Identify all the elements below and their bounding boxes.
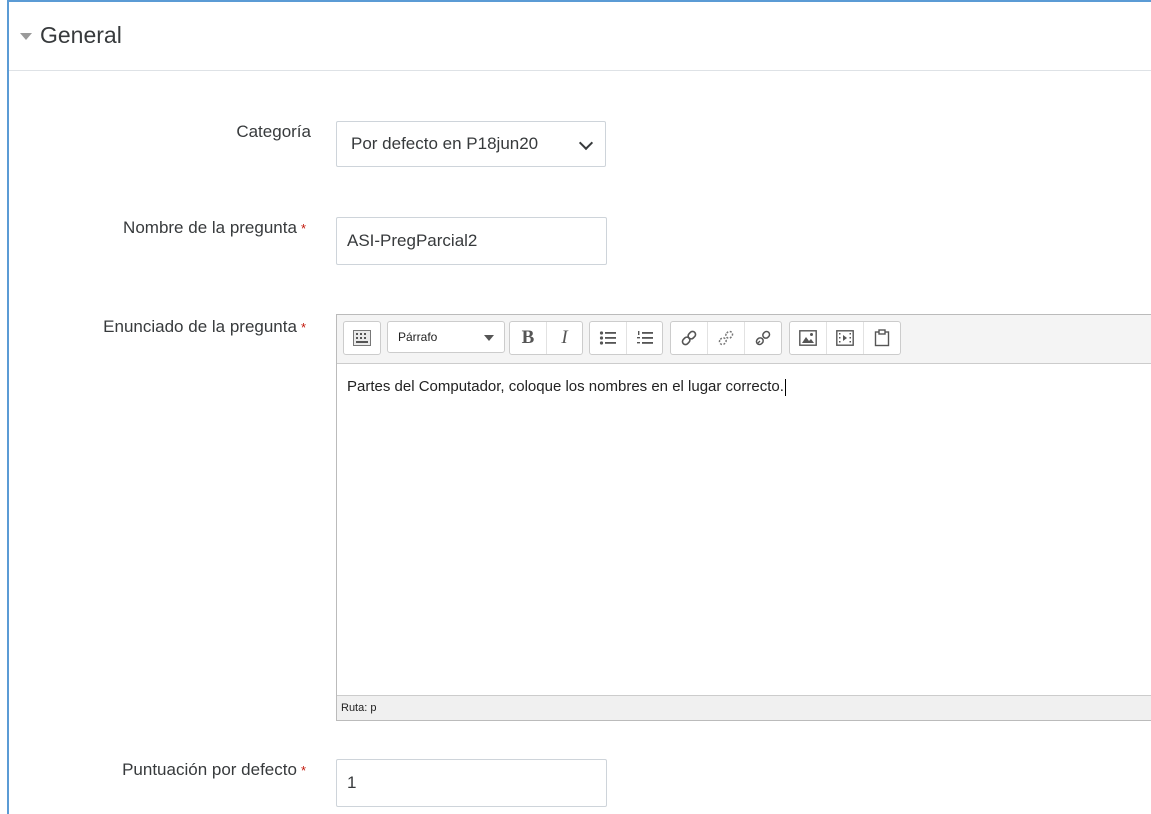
category-selected-value: Por defecto en P18jun20 — [351, 134, 539, 153]
question-name-label-text: Nombre de la pregunta — [123, 218, 297, 237]
chevron-down-icon — [578, 135, 594, 151]
unordered-list-button[interactable] — [590, 322, 626, 354]
default-mark-value: 1 — [347, 773, 357, 792]
question-name-label: Nombre de la pregunta * — [123, 218, 306, 238]
manage-files-icon — [874, 329, 890, 347]
rich-text-editor[interactable]: Párrafo B I Partes del Computador, coloq… — [336, 314, 1151, 721]
category-label: Categoría — [236, 122, 311, 142]
link-group — [670, 321, 782, 355]
link-icon — [681, 330, 697, 346]
toolbar-toggle-group — [343, 321, 381, 355]
unordered-list-icon — [599, 331, 616, 345]
image-icon — [799, 330, 817, 346]
question-text-label: Enunciado de la pregunta * — [103, 317, 306, 337]
ordered-list-button[interactable] — [626, 322, 662, 354]
text-style-group: B I — [509, 321, 583, 355]
section-divider — [9, 70, 1151, 71]
list-group — [589, 321, 663, 355]
italic-button[interactable]: I — [546, 322, 582, 354]
toolbar-toggle-button[interactable] — [344, 322, 380, 354]
editor-path: Ruta: p — [341, 702, 377, 714]
editor-content-text: Partes del Computador, coloque los nombr… — [347, 378, 784, 395]
unlink-button[interactable] — [707, 322, 744, 354]
media-icon — [836, 330, 854, 346]
toolbar-toggle-icon — [353, 330, 371, 346]
bold-button[interactable]: B — [510, 322, 546, 354]
unlink-icon — [718, 330, 734, 346]
default-mark-label: Puntuación por defecto * — [122, 760, 306, 780]
category-select[interactable]: Por defecto en P18jun20 — [336, 121, 606, 167]
required-icon: * — [300, 221, 306, 236]
ordered-list-icon — [636, 331, 653, 344]
editor-status-bar: Ruta: p — [337, 695, 1151, 720]
frame-top-border — [7, 0, 1151, 2]
editor-toolbar: Párrafo B I — [337, 315, 1151, 364]
required-icon: * — [300, 320, 306, 335]
dropdown-arrow-icon — [484, 335, 494, 341]
section-title: General — [40, 22, 122, 48]
manage-files-button[interactable] — [863, 322, 900, 354]
media-group — [789, 321, 901, 355]
insert-media-button[interactable] — [826, 322, 863, 354]
question-text-label-text: Enunciado de la pregunta — [103, 317, 297, 336]
question-name-input[interactable]: ASI-PregParcial2 — [336, 217, 607, 265]
link-button[interactable] — [671, 322, 707, 354]
paragraph-format-select[interactable]: Párrafo — [387, 321, 505, 353]
insert-image-button[interactable] — [790, 322, 826, 354]
anchor-link-button[interactable] — [744, 322, 781, 354]
paragraph-format-label: Párrafo — [398, 330, 438, 344]
question-name-value: ASI-PregParcial2 — [347, 231, 478, 250]
general-section-toggle[interactable]: General — [20, 22, 122, 49]
anchor-link-icon — [755, 330, 771, 346]
editor-content[interactable]: Partes del Computador, coloque los nombr… — [347, 378, 786, 396]
default-mark-label-text: Puntuación por defecto — [122, 760, 297, 779]
text-cursor — [784, 378, 786, 396]
frame-left-border — [7, 0, 9, 814]
default-mark-input[interactable]: 1 — [336, 759, 607, 807]
caret-down-icon — [20, 33, 32, 40]
required-icon: * — [300, 763, 306, 778]
category-label-text: Categoría — [236, 122, 311, 141]
